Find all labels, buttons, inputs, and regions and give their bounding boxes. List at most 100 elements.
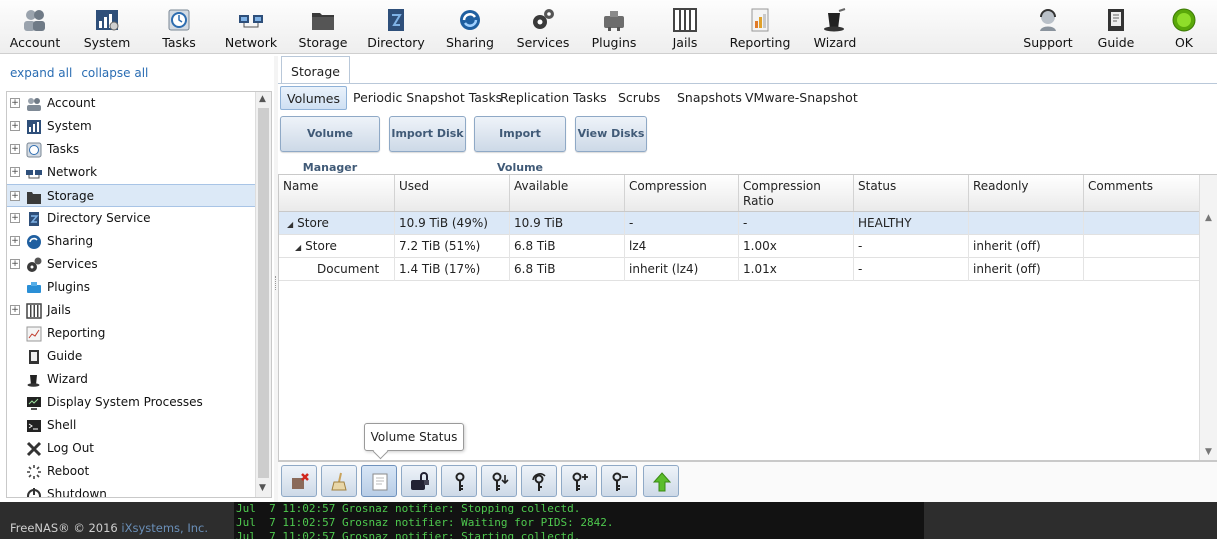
- import-disk-button[interactable]: Import Disk: [389, 116, 466, 152]
- collapse-all-link[interactable]: collapse all: [81, 66, 148, 80]
- detach-volume-icon: [292, 473, 309, 489]
- tree-item-sharing[interactable]: + Sharing: [7, 230, 256, 253]
- expand-all-link[interactable]: expand all: [10, 66, 72, 80]
- toolbar-system-button[interactable]: System: [72, 0, 142, 54]
- toolbar-sharing-button[interactable]: Sharing: [434, 0, 506, 54]
- tree-item-jails[interactable]: + Jails: [7, 299, 256, 322]
- tree-item-network[interactable]: + Network: [7, 161, 256, 184]
- subtab-volumes[interactable]: Volumes: [280, 86, 348, 110]
- footer: FreeNAS® © 2016 iXsystems, Inc. Jul 7 11…: [0, 502, 1217, 539]
- volume-manager-button[interactable]: Volume Manager: [280, 116, 380, 174]
- company-link[interactable]: iXsystems, Inc.: [121, 521, 208, 535]
- toolbar-guide-button[interactable]: Guide: [1084, 0, 1148, 54]
- toolbar-ok-status-button[interactable]: OK: [1152, 0, 1216, 54]
- add-recovery-key-button[interactable]: [561, 465, 597, 497]
- tree-item-label: Plugins: [47, 280, 90, 294]
- collapse-arrow-icon[interactable]: ◢: [295, 243, 301, 252]
- cell-comments: [1084, 235, 1200, 258]
- expand-toggle-icon[interactable]: +: [10, 167, 20, 177]
- tree-item-label: Sharing: [47, 234, 94, 248]
- tree-item-system[interactable]: + System: [7, 115, 256, 138]
- encryption-button[interactable]: [401, 465, 437, 497]
- encryption-rekey-button[interactable]: [521, 465, 557, 497]
- toolbar-reporting-button[interactable]: Reporting: [722, 0, 798, 54]
- cell-readonly: inherit (off): [969, 258, 1084, 281]
- column-header-used[interactable]: Used: [395, 175, 510, 211]
- column-header-compression[interactable]: Compression: [625, 175, 739, 211]
- column-header-available[interactable]: Available: [510, 175, 625, 211]
- volume-status-button[interactable]: [361, 465, 397, 497]
- table-row[interactable]: ◢ Store 7.2 TiB (51%) 6.8 TiB lz4 1.00x -…: [279, 235, 1200, 258]
- expand-toggle-icon[interactable]: +: [10, 259, 20, 269]
- expand-toggle-icon[interactable]: +: [10, 213, 20, 223]
- tree-item-tasks[interactable]: + Tasks: [7, 138, 256, 161]
- expand-toggle-icon[interactable]: +: [10, 305, 20, 315]
- table-row[interactable]: Document 1.4 TiB (17%) 6.8 TiB inherit (…: [279, 258, 1200, 281]
- toolbar-account-button[interactable]: Account: [0, 0, 70, 54]
- tree-item-wizard[interactable]: Wizard: [7, 368, 256, 391]
- column-header-compression-ratio[interactable]: Compression Ratio: [739, 175, 854, 211]
- console-log[interactable]: Jul 7 11:02:57 Grosnaz notifier: Stoppin…: [234, 502, 924, 539]
- subtab-snapshots[interactable]: Snapshots: [671, 86, 748, 110]
- services-icon: [27, 257, 42, 272]
- subtab-scrubs[interactable]: Scrubs: [612, 86, 666, 110]
- expand-toggle-icon[interactable]: +: [10, 191, 20, 201]
- column-header-readonly[interactable]: Readonly: [969, 175, 1084, 211]
- storage-icon: [27, 192, 41, 204]
- tree-item-shutdown[interactable]: Shutdown: [7, 483, 256, 497]
- toolbar-directory-button[interactable]: Directory: [360, 0, 432, 54]
- tree-controls: expand all collapse all: [10, 66, 157, 80]
- tree-item-guide[interactable]: Guide: [7, 345, 256, 368]
- column-header-status[interactable]: Status: [854, 175, 969, 211]
- upgrade-icon: [652, 472, 672, 492]
- reporting-icon: [751, 8, 769, 32]
- tree-item-log-out[interactable]: Log Out: [7, 437, 256, 460]
- scroll-up-icon[interactable]: ▲: [1205, 213, 1212, 223]
- column-header-comments[interactable]: Comments: [1084, 175, 1200, 211]
- expand-toggle-icon[interactable]: +: [10, 144, 20, 154]
- scrollbar-thumb[interactable]: [258, 108, 269, 478]
- tree-item-storage[interactable]: + Storage: [7, 184, 256, 207]
- toolbar-services-button[interactable]: Services: [508, 0, 578, 54]
- tree-item-display-system-processes[interactable]: Display System Processes: [7, 391, 256, 414]
- scroll-down-icon[interactable]: ▼: [1205, 447, 1212, 457]
- tree-item-directory-service[interactable]: + Directory Service: [7, 207, 256, 230]
- tree-item-account[interactable]: + Account: [7, 92, 256, 115]
- upgrade-button[interactable]: [643, 465, 679, 497]
- column-header-name[interactable]: Name: [279, 175, 395, 211]
- subtab-replication-tasks[interactable]: Replication Tasks: [494, 86, 613, 110]
- scroll-up-icon[interactable]: ▲: [259, 94, 266, 104]
- directory-icon: [29, 212, 39, 226]
- scroll-down-icon[interactable]: ▼: [259, 483, 266, 493]
- tree-item-services[interactable]: + Services: [7, 253, 256, 276]
- subtab-vmware-snapshot[interactable]: VMware-Snapshot: [739, 86, 864, 110]
- toolbar-network-button[interactable]: Network: [216, 0, 286, 54]
- tree-item-shell[interactable]: Shell: [7, 414, 256, 437]
- table-row[interactable]: ◢ Store 10.9 TiB (49%) 10.9 TiB - - HEALT…: [279, 212, 1200, 235]
- expand-toggle-icon[interactable]: +: [10, 98, 20, 108]
- tab-storage[interactable]: Storage: [281, 56, 350, 84]
- tree-item-plugins[interactable]: Plugins: [7, 276, 256, 299]
- view-disks-button[interactable]: View Disks: [575, 116, 647, 152]
- expand-toggle-icon[interactable]: +: [10, 121, 20, 131]
- subtab-periodic-snapshot-tasks[interactable]: Periodic Snapshot Tasks: [347, 86, 508, 110]
- toolbar-support-button[interactable]: Support: [1012, 0, 1084, 54]
- detach-volume-button[interactable]: [281, 465, 317, 497]
- tree-item-reboot[interactable]: Reboot: [7, 460, 256, 483]
- tree-scrollbar[interactable]: ▲ ▼: [255, 92, 271, 497]
- toolbar-tasks-button[interactable]: Tasks: [144, 0, 214, 54]
- toolbar-plugins-button[interactable]: Plugins: [578, 0, 650, 54]
- download-key-button[interactable]: [481, 465, 517, 497]
- toolbar-wizard-button[interactable]: Wizard: [800, 0, 870, 54]
- collapse-arrow-icon[interactable]: ◢: [287, 220, 293, 229]
- change-passphrase-button[interactable]: [441, 465, 477, 497]
- toolbar-jails-button[interactable]: Jails: [650, 0, 720, 54]
- scrub-volume-button[interactable]: [321, 465, 357, 497]
- remove-recovery-key-button[interactable]: [601, 465, 637, 497]
- tree-item-reporting[interactable]: Reporting: [7, 322, 256, 345]
- toolbar-storage-button[interactable]: Storage: [288, 0, 358, 54]
- table-scrollbar[interactable]: ▲ ▼: [1199, 175, 1217, 460]
- expand-toggle-icon[interactable]: +: [10, 236, 20, 246]
- cell-used: 7.2 TiB (51%): [395, 235, 510, 258]
- import-volume-button[interactable]: Import Volume: [474, 116, 566, 174]
